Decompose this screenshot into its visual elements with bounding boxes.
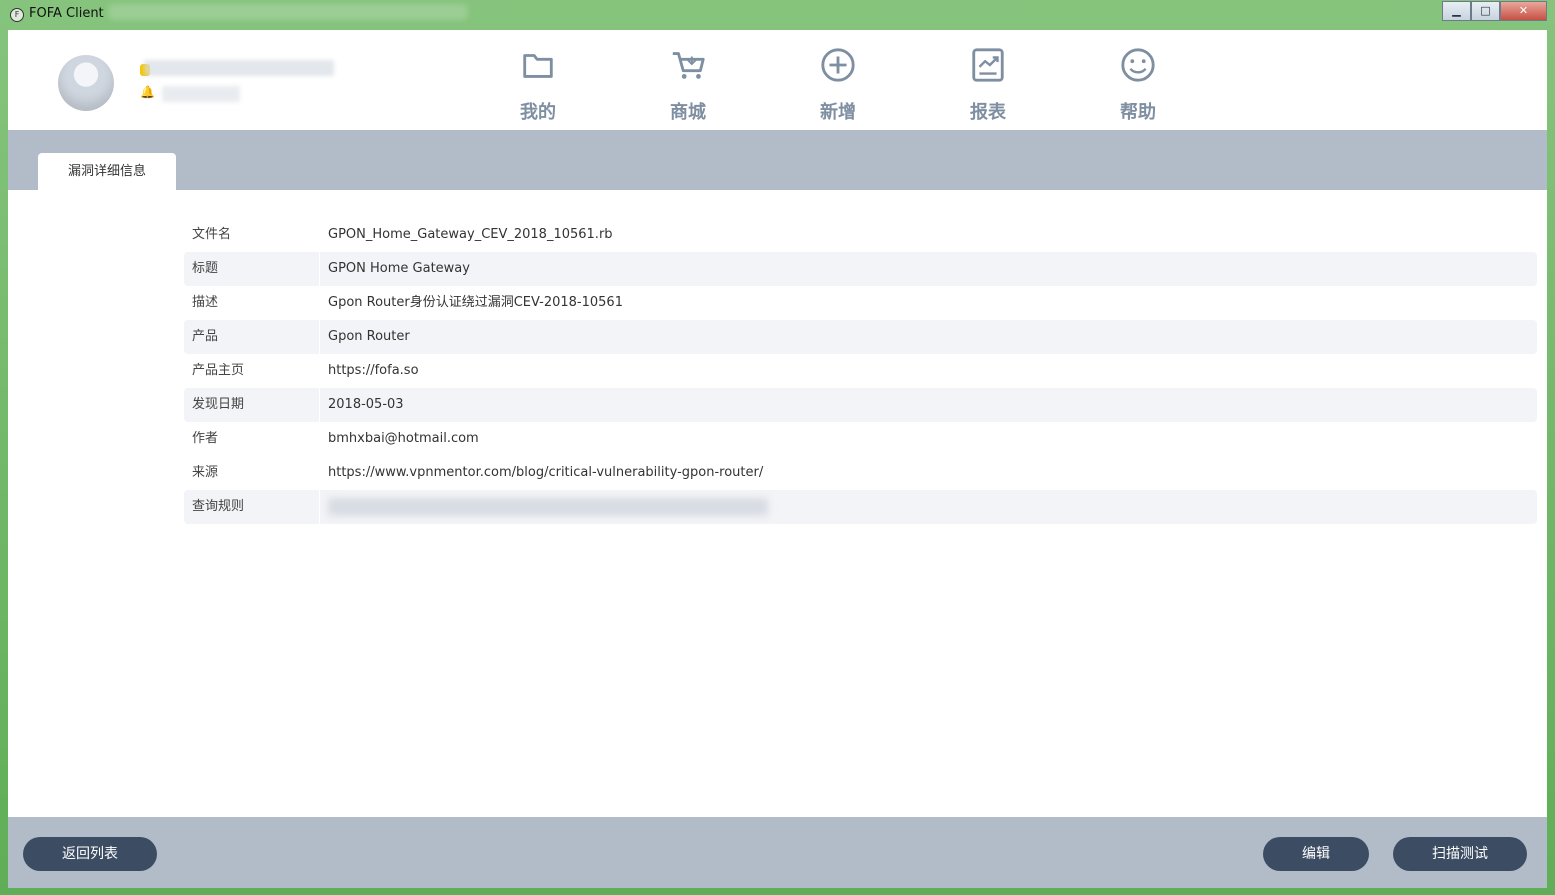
fofa-app-icon: F — [10, 8, 24, 22]
default-avatar-icon[interactable] — [58, 55, 114, 111]
field-value: Gpon Router — [320, 320, 1537, 354]
nav-item-label: 帮助 — [1120, 102, 1156, 123]
detail-table: 文件名 GPON_Home_Gateway_CEV_2018_10561.rb … — [184, 218, 1537, 524]
field-label: 描述 — [192, 295, 219, 310]
nav-item-label: 商城 — [670, 102, 706, 123]
smile-help-icon — [1121, 48, 1155, 82]
table-row: 文件名 GPON_Home_Gateway_CEV_2018_10561.rb — [184, 218, 1537, 252]
user-name-blurred — [144, 60, 334, 76]
field-value: 2018-05-03 — [320, 388, 1537, 422]
nav-item-label: 报表 — [970, 102, 1006, 123]
folder-icon — [523, 54, 553, 78]
table-row: 来源 https://www.vpnmentor.com/blog/critic… — [184, 456, 1537, 490]
field-value: GPON_Home_Gateway_CEV_2018_10561.rb — [328, 227, 613, 242]
chart-report-icon — [972, 48, 1004, 82]
field-value: bmhxbai@hotmail.com — [328, 431, 479, 446]
tab-vuln-detail[interactable]: 漏洞详细信息 — [38, 153, 176, 190]
nav-item-store[interactable]: 商城 — [638, 46, 738, 126]
window-title: FOFA Client — [29, 6, 104, 21]
nav-item-label: 新增 — [820, 102, 856, 123]
field-label: 文件名 — [192, 227, 232, 242]
scan-test-button[interactable]: 扫描测试 — [1393, 837, 1527, 871]
field-value: Gpon Router身份认证绕过漏洞CEV-2018-10561 — [328, 295, 623, 310]
nav-item-add[interactable]: 新增 — [788, 46, 888, 126]
client-area: 🔔 我的 商城 新增 报表 帮助 漏洞详细信息 文件名 GPON_Home_Ga… — [8, 30, 1547, 888]
tab-bar: 漏洞详细信息 — [8, 130, 1547, 190]
field-label: 发现日期 — [184, 388, 319, 422]
nav-item-help[interactable]: 帮助 — [1088, 46, 1188, 126]
edit-button[interactable]: 编辑 — [1263, 837, 1369, 871]
title-bar: F FOFA Client ▁ □ ✕ — [0, 0, 1555, 28]
maximize-button[interactable]: □ — [1471, 1, 1500, 21]
shopping-cart-icon — [672, 52, 705, 79]
bell-icon[interactable]: 🔔 — [140, 86, 155, 98]
field-label: 标题 — [184, 252, 319, 286]
user-info-blurred — [162, 86, 240, 102]
footer-bar: 返回列表 编辑 扫描测试 — [8, 817, 1547, 888]
query-rule-blurred — [328, 497, 768, 516]
field-value: https://fofa.so — [328, 363, 419, 378]
table-row: 产品主页 https://fofa.so — [184, 354, 1537, 388]
query-rule-value — [320, 490, 1537, 524]
minimize-button[interactable]: ▁ — [1442, 1, 1471, 21]
title-bar-blurred-area — [108, 4, 468, 20]
back-to-list-button[interactable]: 返回列表 — [23, 837, 157, 871]
main-nav: 我的 商城 新增 报表 帮助 — [488, 46, 1208, 126]
detail-content: 文件名 GPON_Home_Gateway_CEV_2018_10561.rb … — [8, 190, 1547, 817]
nav-item-label: 我的 — [520, 102, 556, 123]
table-row: 产品 Gpon Router — [184, 320, 1537, 354]
header: 🔔 我的 商城 新增 报表 帮助 — [8, 30, 1547, 130]
field-label: 作者 — [192, 431, 219, 446]
table-row: 作者 bmhxbai@hotmail.com — [184, 422, 1537, 456]
table-row: 描述 Gpon Router身份认证绕过漏洞CEV-2018-10561 — [184, 286, 1537, 320]
nav-item-report[interactable]: 报表 — [938, 46, 1038, 126]
app-window: F FOFA Client ▁ □ ✕ 🔔 我的 商城 新增 报表 帮助 漏洞详… — [0, 0, 1555, 895]
table-row: 标题 GPON Home Gateway — [184, 252, 1537, 286]
field-label: 来源 — [192, 465, 219, 480]
field-label: 产品 — [184, 320, 319, 354]
field-label: 产品主页 — [192, 363, 245, 378]
field-value: GPON Home Gateway — [320, 252, 1537, 286]
field-label: 查询规则 — [184, 490, 319, 524]
window-controls: ▁ □ ✕ — [1442, 1, 1547, 21]
table-row: 发现日期 2018-05-03 — [184, 388, 1537, 422]
field-value: https://www.vpnmentor.com/blog/critical-… — [328, 465, 764, 480]
close-button[interactable]: ✕ — [1500, 1, 1547, 21]
plus-circle-icon — [821, 48, 855, 82]
table-row: 查询规则 — [184, 490, 1537, 524]
nav-item-mine[interactable]: 我的 — [488, 46, 588, 126]
